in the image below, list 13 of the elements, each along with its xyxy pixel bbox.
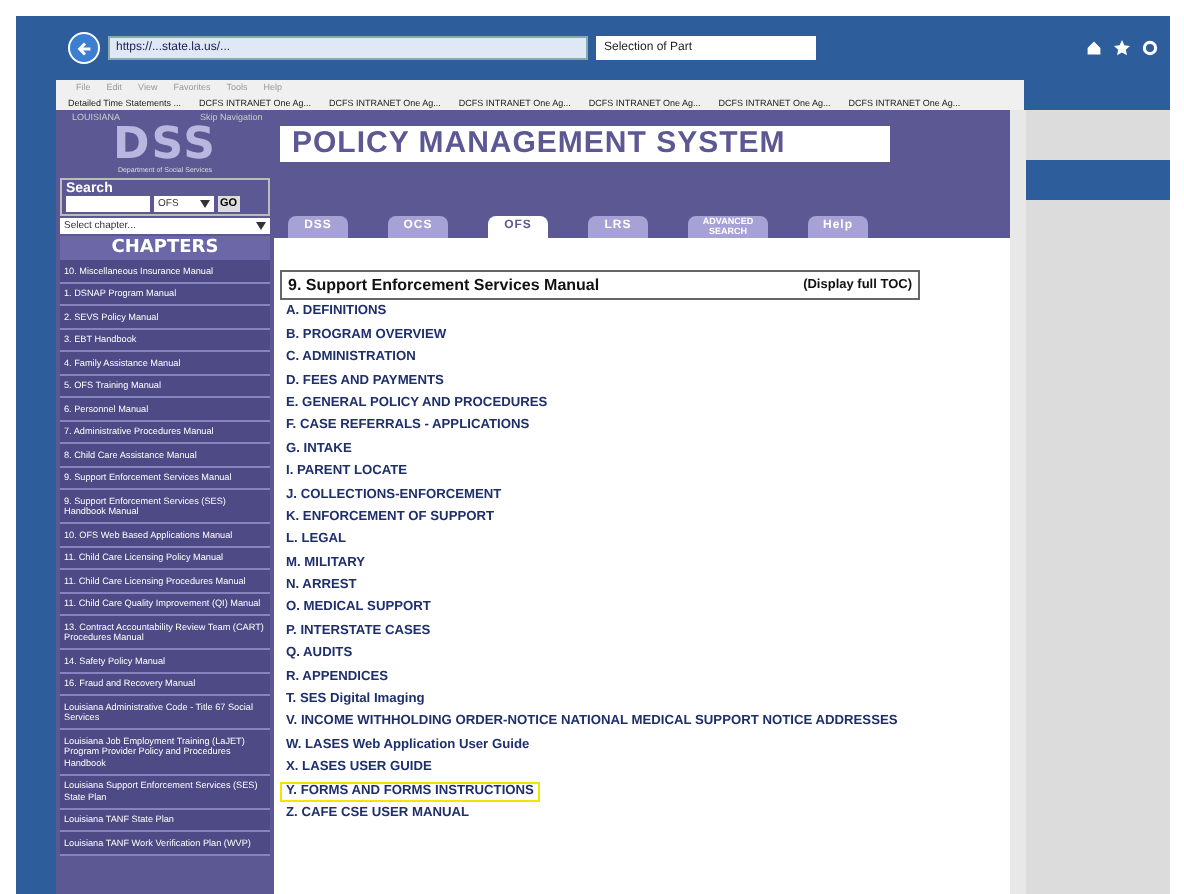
logo: DSS <box>111 126 219 166</box>
search-field[interactable] <box>66 196 150 212</box>
chapters-heading: CHAPTERS <box>60 236 270 260</box>
star-icon[interactable] <box>1114 40 1130 56</box>
manual-title: 9. Support Enforcement Services Manual <box>288 276 600 294</box>
back-icon[interactable] <box>68 32 100 64</box>
settings-icon[interactable] <box>1142 40 1158 56</box>
scrollbar[interactable] <box>1010 110 1026 894</box>
site-title: POLICY MANAGEMENT SYSTEM <box>280 126 890 162</box>
home-icon[interactable] <box>1086 40 1102 56</box>
caret-icon <box>200 200 210 208</box>
caret-icon <box>256 222 266 230</box>
background-window <box>1026 160 1170 200</box>
